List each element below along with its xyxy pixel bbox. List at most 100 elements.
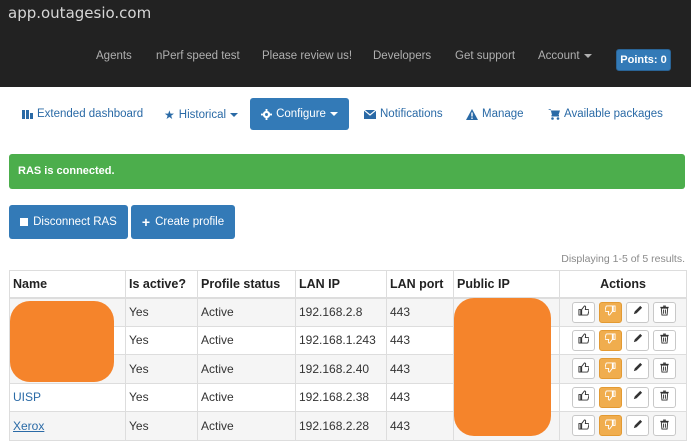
subnav-notifications[interactable]: Notifications: [364, 108, 443, 120]
trash-icon: [659, 362, 670, 376]
delete-button[interactable]: [653, 329, 676, 351]
subnav-notifications-label: Notifications: [380, 108, 443, 120]
configure-dropdown-button[interactable]: Configure: [250, 98, 349, 130]
table-header-row: Name Is active? Profile status LAN IP LA…: [9, 270, 687, 299]
nav-please-review-us[interactable]: Please review us!: [262, 50, 352, 62]
redaction-public-ip-block: [454, 298, 551, 436]
redaction-name-block: [10, 301, 114, 382]
cell-is-active: Yes: [125, 297, 198, 327]
pencil-icon: [632, 419, 643, 433]
header-is-active: Is active?: [125, 270, 198, 299]
envelope-icon: [364, 109, 376, 119]
header-profile-status: Profile status: [197, 270, 296, 299]
delete-button[interactable]: [653, 358, 676, 380]
nav-nperf-speed-test[interactable]: nPerf speed test: [156, 50, 240, 62]
thumbs-up-button[interactable]: [572, 386, 595, 408]
cell-actions: [559, 354, 687, 384]
disconnect-ras-button[interactable]: Disconnect RAS: [9, 205, 128, 239]
cell-profile-status: Active: [197, 325, 296, 355]
cell-lan-ip: 192.168.2.28: [295, 411, 387, 441]
cell-name[interactable]: UISP: [9, 382, 126, 412]
chevron-down-icon: [230, 113, 239, 117]
thumbs-up-icon: [578, 305, 590, 319]
nav-developers[interactable]: Developers: [373, 50, 431, 62]
cell-is-active: Yes: [125, 354, 198, 384]
subnav-extended-dashboard[interactable]: Extended dashboard: [22, 108, 143, 120]
edit-button[interactable]: [626, 415, 649, 437]
header-lan-ip: LAN IP: [295, 270, 387, 299]
disconnect-ras-label: Disconnect RAS: [33, 216, 117, 228]
thumbs-up-button[interactable]: [572, 415, 595, 437]
table-row: UISP Yes Active 192.168.2.38 443: [9, 382, 687, 412]
thumbs-up-button[interactable]: [572, 329, 595, 351]
thumbs-down-button[interactable]: [599, 386, 622, 408]
ras-status-alert: RAS is connected.: [9, 154, 685, 189]
thumbs-down-button[interactable]: [599, 358, 622, 380]
thumbs-up-icon: [578, 419, 590, 433]
header-name: Name: [9, 270, 126, 299]
nav-account-dropdown[interactable]: Account: [538, 50, 592, 62]
cell-lan-ip: 192.168.2.8: [295, 297, 387, 327]
cell-profile-status: Active: [197, 411, 296, 441]
cell-lan-port: 443: [386, 411, 454, 441]
cell-is-active: Yes: [125, 382, 198, 412]
star-icon: ★: [164, 108, 175, 122]
top-navbar: app.outagesio.com Agents nPerf speed tes…: [0, 0, 691, 87]
cell-lan-port: 443: [386, 354, 454, 384]
cell-profile-status: Active: [197, 297, 296, 327]
trash-icon: [659, 305, 670, 319]
thumbs-down-button[interactable]: [599, 301, 622, 323]
chevron-down-icon: [583, 53, 592, 58]
thumbs-down-icon: [604, 419, 616, 433]
cell-is-active: Yes: [125, 411, 198, 441]
thumbs-up-button[interactable]: [572, 358, 595, 380]
delete-button[interactable]: [653, 415, 676, 437]
cell-actions: [559, 382, 687, 412]
warning-icon: [466, 108, 478, 120]
nav-agents[interactable]: Agents: [96, 50, 132, 62]
pencil-icon: [632, 390, 643, 404]
cell-actions: [559, 325, 687, 355]
delete-button[interactable]: [653, 386, 676, 408]
cell-profile-status: Active: [197, 382, 296, 412]
edit-button[interactable]: [626, 301, 649, 323]
thumbs-up-button[interactable]: [572, 301, 595, 323]
table-row: Xerox Yes Active 192.168.2.28 443: [9, 411, 687, 441]
cell-lan-ip: 192.168.1.243: [295, 325, 387, 355]
header-actions: Actions: [559, 270, 687, 299]
create-profile-button[interactable]: + Create profile: [131, 205, 235, 239]
cell-profile-status: Active: [197, 354, 296, 384]
subnav-extended-label: Extended dashboard: [37, 108, 144, 120]
header-public-ip: Public IP: [453, 270, 560, 299]
profile-name-link[interactable]: UISP: [13, 390, 41, 404]
subnav-available-packages[interactable]: Available packages: [548, 108, 663, 120]
stop-icon: [20, 218, 29, 226]
subnav-manage[interactable]: Manage: [466, 108, 524, 120]
thumbs-down-button[interactable]: [599, 329, 622, 351]
delete-button[interactable]: [653, 301, 676, 323]
cell-actions: [559, 411, 687, 441]
site-host: app.outagesio.com: [8, 4, 152, 22]
header-lan-port: LAN port: [386, 270, 454, 299]
pencil-icon: [632, 362, 643, 376]
subnav-historical[interactable]: ★ Historical: [164, 108, 239, 122]
thumbs-down-button[interactable]: [599, 415, 622, 437]
trash-icon: [659, 419, 670, 433]
thumbs-up-icon: [578, 390, 590, 404]
edit-button[interactable]: [626, 358, 649, 380]
trash-icon: [659, 333, 670, 347]
cart-icon: [548, 108, 560, 120]
pencil-icon: [632, 305, 643, 319]
cell-lan-port: 443: [386, 297, 454, 327]
thumbs-down-icon: [604, 333, 616, 347]
thumbs-up-icon: [578, 333, 590, 347]
thumbs-down-icon: [604, 362, 616, 376]
pencil-icon: [632, 333, 643, 347]
nav-get-support[interactable]: Get support: [455, 50, 515, 62]
subnav-historical-label: Historical: [178, 109, 227, 121]
edit-button[interactable]: [626, 386, 649, 408]
points-button[interactable]: Points: 0: [616, 49, 671, 71]
cell-name[interactable]: Xerox: [9, 411, 126, 441]
edit-button[interactable]: [626, 329, 649, 351]
profile-name-link[interactable]: Xerox: [13, 419, 44, 433]
